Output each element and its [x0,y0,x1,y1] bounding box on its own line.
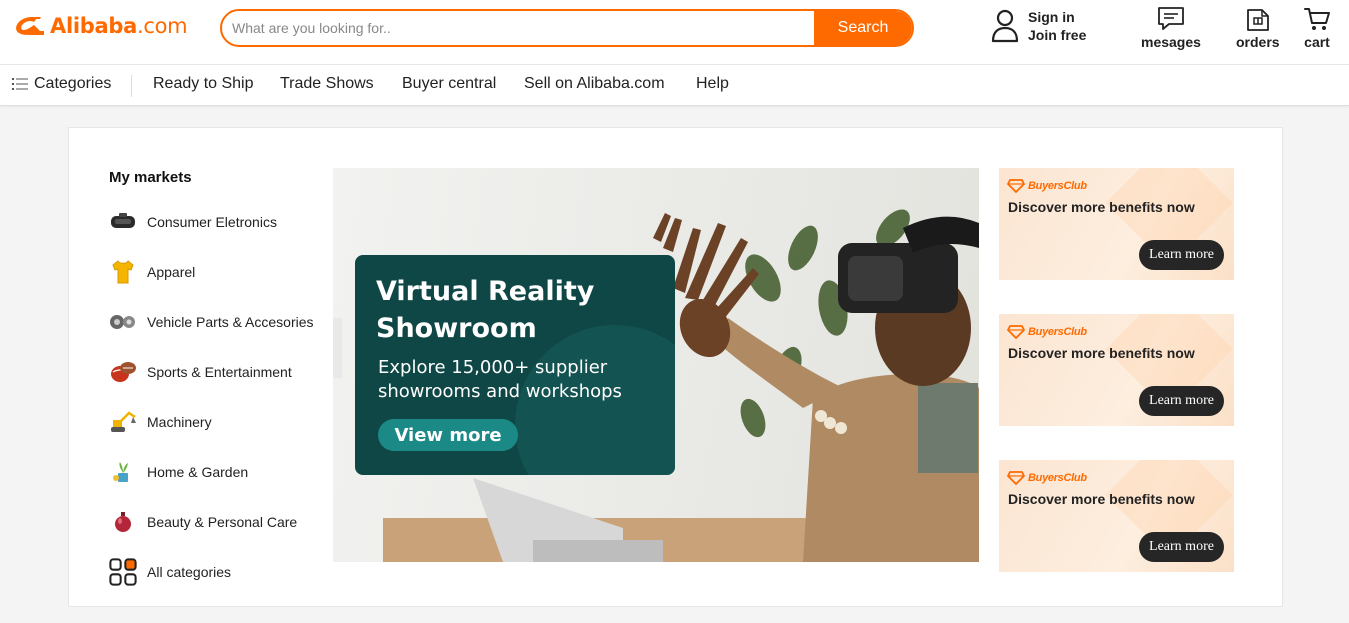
search-bar: Search [220,9,914,47]
buyers-club-label: BuyersClub [1028,472,1087,484]
nav-buyer-central[interactable]: Buyer central [402,75,496,93]
market-machinery[interactable]: Machinery [109,407,212,437]
messages-label: mesages [1141,34,1201,50]
market-home-garden[interactable]: Home & Garden [109,457,248,487]
signin-text: Sign in Join free [1028,8,1086,44]
orders-link[interactable]: orders [1236,6,1280,50]
buyers-club-label: BuyersClub [1028,326,1087,338]
view-more-button[interactable]: View more [378,419,518,451]
nav-categories-label: Categories [34,75,112,92]
buyers-club-logo: BuyersClub [1007,179,1087,193]
buyers-club-promo-2[interactable]: BuyersClub Discover more benefits now Le… [999,314,1234,426]
perfume-icon [109,508,137,536]
cart-label: cart [1304,34,1330,50]
nav-divider [131,75,132,97]
buyers-club-logo: BuyersClub [1007,325,1087,339]
learn-more-button[interactable]: Learn more [1139,386,1224,416]
hero-banner[interactable]: Virtual Reality Showroom Explore 15,000+… [333,168,979,562]
market-label: Vehicle Parts & Accesories [147,314,314,330]
diamond-icon [1007,471,1025,485]
cart-icon [1304,8,1330,30]
carousel-prev-handle[interactable] [333,318,342,378]
market-label: Machinery [147,414,212,430]
hero-title: Virtual Reality Showroom [376,276,595,344]
grid-icon [109,558,137,586]
diamond-icon [1007,325,1025,339]
market-sports-entertainment[interactable]: Sports & Entertainment [109,357,292,387]
market-all-categories[interactable]: All categories [109,557,231,587]
message-icon [1158,7,1184,30]
vr-headset-icon [109,208,137,236]
hero-promo-panel: Virtual Reality Showroom Explore 15,000+… [355,255,675,475]
orders-icon [1246,9,1269,31]
alibaba-logo[interactable]: Alibaba.com [13,10,188,42]
main-nav: Categories Ready to Ship Trade Shows Buy… [0,65,1349,106]
signin-label: Sign in [1028,9,1075,25]
market-label: All categories [147,564,232,580]
buyers-club-logo: BuyersClub [1007,471,1087,485]
nav-categories[interactable]: Categories [12,75,111,93]
nav-help[interactable]: Help [696,75,729,93]
nav-ready-to-ship[interactable]: Ready to Ship [153,75,254,93]
logo-wordmark: Alibaba.com [50,14,188,38]
market-beauty-personal-care[interactable]: Beauty & Personal Care [109,507,297,537]
nav-sell-on-alibaba[interactable]: Sell on Alibaba.com [524,75,665,93]
main-content-card: My markets Consumer Eletronics Apparel V… [68,127,1283,607]
signin-link[interactable]: Sign in Join free [990,8,1086,44]
join-free-label: Join free [1028,27,1087,43]
market-consumer-electronics[interactable]: Consumer Eletronics [109,207,277,237]
promo-text: Discover more benefits now [1008,345,1195,361]
learn-more-button[interactable]: Learn more [1139,532,1224,562]
market-label: Home & Garden [147,464,249,480]
promo-text: Discover more benefits now [1008,199,1195,215]
market-apparel[interactable]: Apparel [109,257,195,287]
market-label: Apparel [147,264,196,280]
messages-link[interactable]: mesages [1141,6,1201,50]
market-vehicle-parts[interactable]: Vehicle Parts & Accesories [109,307,314,337]
market-label: Beauty & Personal Care [147,514,298,530]
nav-trade-shows[interactable]: Trade Shows [280,75,374,93]
market-label: Consumer Eletronics [147,214,277,230]
shirt-icon [109,258,137,286]
sports-balls-icon [109,358,137,386]
hero-subtitle: Explore 15,000+ supplier showrooms and w… [378,357,622,402]
top-header: Alibaba.com Search Sign in Join free mes… [0,0,1349,65]
search-button[interactable]: Search [814,11,912,45]
excavator-icon [109,408,137,436]
buyers-club-promo-1[interactable]: BuyersClub Discover more benefits now Le… [999,168,1234,280]
promo-text: Discover more benefits now [1008,491,1195,507]
list-icon [12,78,28,90]
garden-icon [109,458,137,486]
orders-label: orders [1236,34,1280,50]
diamond-icon [1007,179,1025,193]
car-parts-icon [109,308,137,336]
search-input[interactable] [222,11,814,45]
market-label: Sports & Entertainment [147,364,292,380]
cart-link[interactable]: cart [1303,6,1331,50]
buyers-club-label: BuyersClub [1028,180,1087,192]
buyers-club-promo-3[interactable]: BuyersClub Discover more benefits now Le… [999,460,1234,572]
user-icon [991,9,1019,43]
alibaba-logo-icon [16,17,44,35]
my-markets-title: My markets [109,169,192,186]
learn-more-button[interactable]: Learn more [1139,240,1224,270]
